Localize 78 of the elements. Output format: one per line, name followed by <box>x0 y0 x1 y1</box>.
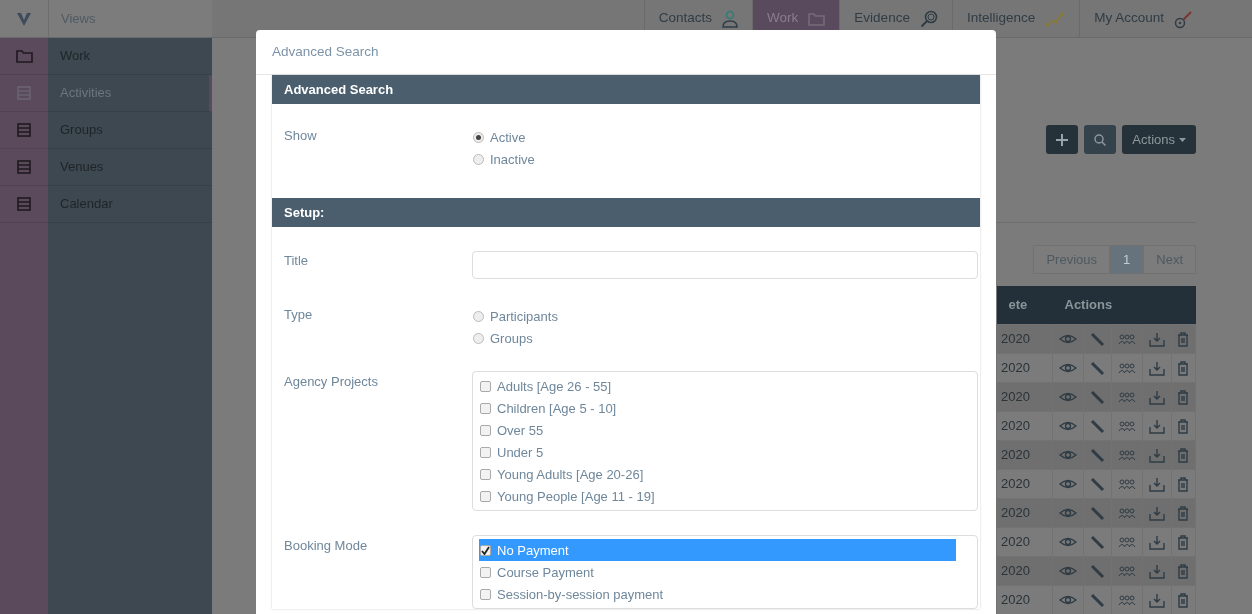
logo-icon <box>16 10 32 27</box>
date-cell: 2020 <box>996 498 1053 527</box>
checkbox-option[interactable]: Over 55 <box>479 419 956 442</box>
checkbox-option[interactable]: Course Payment <box>479 561 956 584</box>
section-header: Setup: <box>272 198 980 228</box>
plus-icon <box>1056 133 1069 146</box>
people-icon[interactable] <box>1117 420 1136 433</box>
download-icon[interactable] <box>1148 389 1165 405</box>
search-button[interactable] <box>1084 125 1117 154</box>
list-icon <box>17 123 31 137</box>
download-icon[interactable] <box>1148 360 1165 376</box>
trash-icon[interactable] <box>1177 418 1190 434</box>
person-icon <box>722 9 739 28</box>
people-icon[interactable] <box>1117 333 1136 346</box>
trash-icon[interactable] <box>1177 592 1190 608</box>
page-button[interactable]: 1 <box>1110 245 1144 274</box>
section-header: Advanced Search <box>272 75 980 105</box>
radio-option[interactable]: Participants <box>472 305 978 328</box>
field-label: Booking Mode <box>284 537 369 556</box>
download-icon[interactable] <box>1148 563 1165 579</box>
line-chart-icon <box>1045 10 1066 27</box>
people-icon[interactable] <box>1117 594 1136 607</box>
folder-icon <box>808 11 826 26</box>
checkbox-option[interactable]: No Payment <box>479 539 956 562</box>
radio-option[interactable]: Active <box>472 126 978 149</box>
trash-icon[interactable] <box>1177 505 1190 521</box>
download-icon[interactable] <box>1148 418 1165 434</box>
radio-option[interactable]: Groups <box>472 327 978 350</box>
list-icon <box>17 160 31 174</box>
field-label: Agency Projects <box>284 373 379 392</box>
list-icon <box>17 86 31 100</box>
checkbox-option[interactable]: Young People [Age 11 - 19] <box>479 485 956 508</box>
magnifier-icon <box>919 9 938 28</box>
list-icon <box>17 197 31 211</box>
field-label: Show <box>284 127 318 146</box>
trash-icon[interactable] <box>1177 331 1190 347</box>
trash-icon[interactable] <box>1177 563 1190 579</box>
people-icon[interactable] <box>1117 565 1136 578</box>
download-icon[interactable] <box>1148 476 1165 492</box>
trash-icon[interactable] <box>1177 476 1190 492</box>
folder-icon <box>15 49 33 63</box>
checkbox-option[interactable]: Adults [Age 26 - 55] <box>479 375 956 398</box>
people-icon[interactable] <box>1117 449 1136 462</box>
trash-icon[interactable] <box>1177 360 1190 376</box>
people-icon[interactable] <box>1117 391 1136 404</box>
actions-button[interactable]: Actions <box>1122 125 1196 154</box>
checkmark-icon <box>481 545 490 555</box>
download-icon[interactable] <box>1148 331 1165 347</box>
date-cell: 2020 <box>996 324 1053 353</box>
date-cell: 2020 <box>996 382 1053 411</box>
nav-tab[interactable]: My Account <box>1079 0 1208 37</box>
search-icon <box>1094 133 1107 146</box>
checkbox-option[interactable]: Under 5 <box>479 441 956 464</box>
field-label: Title <box>284 252 310 271</box>
download-icon[interactable] <box>1148 447 1165 463</box>
trash-icon[interactable] <box>1177 447 1190 463</box>
radio-option[interactable]: Inactive <box>472 148 978 171</box>
column-header: Actions <box>1052 286 1196 324</box>
checkbox-option[interactable]: Young Adults [Age 20-26] <box>479 463 956 486</box>
people-icon[interactable] <box>1117 478 1136 491</box>
download-icon[interactable] <box>1148 505 1165 521</box>
date-cell: 2020 <box>996 440 1053 469</box>
trash-icon[interactable] <box>1177 389 1190 405</box>
title-field[interactable] <box>472 251 978 280</box>
people-icon[interactable] <box>1117 362 1136 375</box>
field-label: Type <box>284 306 314 325</box>
key-icon <box>1174 8 1194 29</box>
download-icon[interactable] <box>1148 592 1165 608</box>
download-icon[interactable] <box>1148 534 1165 550</box>
add-button[interactable] <box>1046 125 1079 154</box>
people-icon[interactable] <box>1117 507 1136 520</box>
checkbox-option[interactable]: Session-by-session payment <box>479 583 956 606</box>
checkbox-option[interactable]: Children [Age 5 - 10] <box>479 397 956 420</box>
caret-icon <box>1179 137 1186 142</box>
trash-icon[interactable] <box>1177 534 1190 550</box>
people-icon[interactable] <box>1117 536 1136 549</box>
date-cell: 2020 <box>996 556 1053 585</box>
column-header: ete <box>996 286 1053 324</box>
